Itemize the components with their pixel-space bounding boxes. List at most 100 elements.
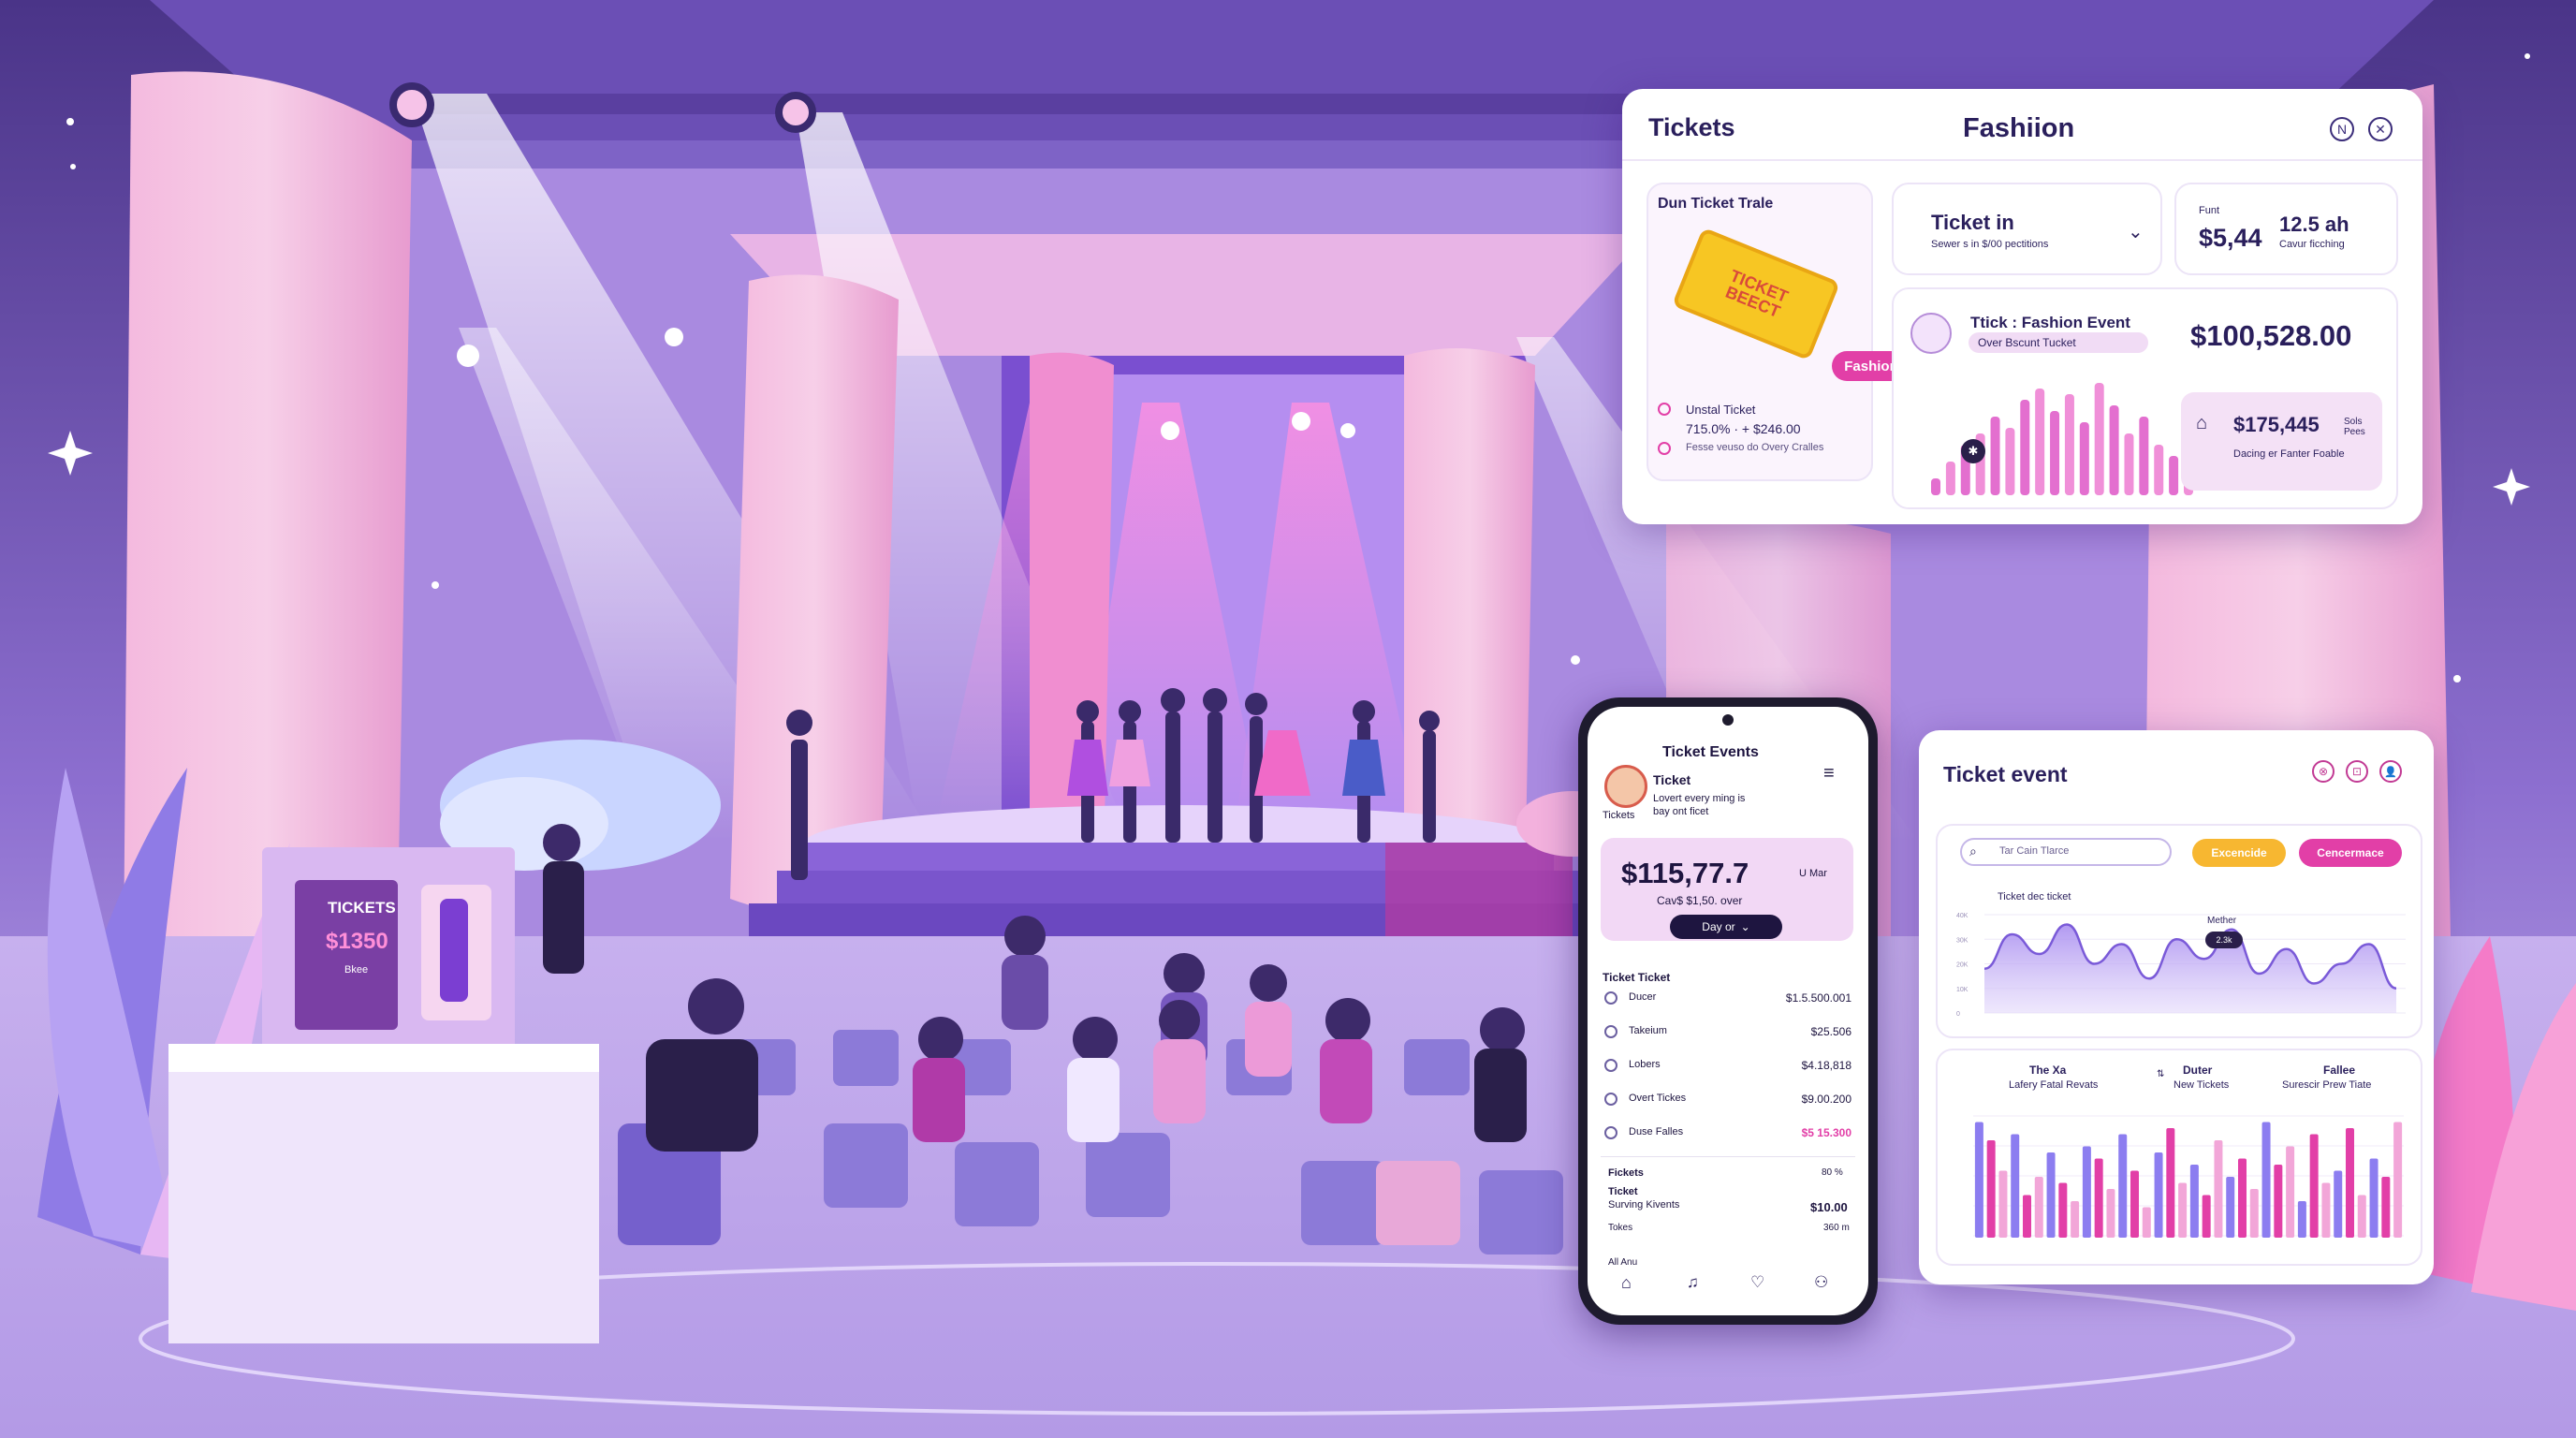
mini-bar bbox=[2109, 405, 2119, 495]
ticket-list-label: Duse Falles bbox=[1629, 1126, 1684, 1137]
profile-caption: Tickets bbox=[1603, 810, 1635, 821]
smile-icon bbox=[1658, 442, 1671, 455]
bar bbox=[2238, 1158, 2247, 1238]
footer-label-3: Surving Kivents bbox=[1608, 1199, 1680, 1211]
footer-label-5: All Anu bbox=[1608, 1257, 1638, 1268]
search-icon: ⌕ bbox=[1969, 844, 1977, 858]
ticket-list-item[interactable]: Takeium $25.506 bbox=[1588, 1021, 1868, 1053]
ticket-list-label: Overt Tickes bbox=[1629, 1093, 1687, 1104]
footer-val-1: 80 % bbox=[1822, 1167, 1843, 1178]
ticket-stamp-text: TICKET BEECT bbox=[1722, 266, 1792, 322]
bell-icon[interactable]: ♫ bbox=[1687, 1273, 1699, 1292]
mini-bar bbox=[2050, 411, 2060, 495]
fund-value: $5,44 bbox=[2199, 224, 2262, 252]
fund-sub: Cavur ficching bbox=[2279, 239, 2345, 250]
mini-bar bbox=[1990, 417, 2000, 495]
kiosk-title: TICKETS bbox=[328, 899, 396, 917]
phone-divider bbox=[1601, 1156, 1855, 1157]
mini-bar-chart bbox=[1931, 383, 2193, 495]
y-tick-label: 30K bbox=[1956, 937, 1969, 944]
bar bbox=[1998, 1170, 2008, 1238]
profile-name: Ticket bbox=[1653, 772, 1691, 787]
bar bbox=[2274, 1165, 2283, 1238]
bar bbox=[2286, 1146, 2295, 1238]
profile-icon[interactable]: ⚇ bbox=[1814, 1273, 1828, 1292]
mini-dot[interactable]: ✱ bbox=[1961, 439, 1985, 463]
y-tick-label: 40K bbox=[1956, 913, 1969, 919]
home-icon[interactable]: ⌂ bbox=[1621, 1273, 1632, 1293]
profile-desc-1: Lovert every ming is bbox=[1653, 793, 1746, 804]
day-button[interactable]: Day or ⌄ bbox=[1670, 915, 1782, 939]
panel-subtitle: Fashiion bbox=[1963, 113, 2075, 143]
event-card-title: Ttick : Fashion Event bbox=[1970, 314, 2130, 331]
trade-line-3: Fesse veuso do Overy Cralles bbox=[1686, 442, 1824, 453]
event-card-sub: Over Bscunt Tucket bbox=[1978, 336, 2076, 349]
panel-title: Tickets bbox=[1648, 113, 1735, 141]
mini-bar bbox=[2064, 394, 2074, 495]
bar bbox=[2334, 1170, 2343, 1238]
tooltip-value: 2.3k bbox=[2216, 935, 2232, 945]
profile-desc-2: bay ont ficet bbox=[1653, 806, 1709, 817]
mini-bar bbox=[2139, 417, 2149, 495]
fashion-event-card: Ttick : Fashion Event Over Bscunt Tucket… bbox=[1892, 287, 2398, 509]
area-chart: 40K 30K 20K 10K 0 bbox=[1956, 913, 2406, 1018]
ticket-in-dropdown[interactable]: Ticket in Sewer s in $/00 pectitions ⌄ bbox=[1892, 183, 2162, 275]
user-icon bbox=[1910, 313, 1952, 354]
ticket-list-item[interactable]: Duse Falles $5 15.300 bbox=[1588, 1123, 1868, 1154]
ticket-event-panel: Ticket event ⊗ ⊡ 👤 ⌕ Tar Cain Tlarce Exc… bbox=[1919, 730, 2434, 1284]
amount-card: $115,77.7 U Mar Cav$ $1,50. over Day or … bbox=[1601, 838, 1853, 941]
row-icon bbox=[1604, 1093, 1617, 1106]
close-circle-icon[interactable]: ⊗ bbox=[2312, 760, 2334, 783]
footer-val-4: 360 m bbox=[1823, 1223, 1850, 1233]
mini-bar bbox=[2124, 433, 2134, 495]
trade-line-1: Unstal Ticket bbox=[1686, 403, 1756, 417]
menu-icon[interactable]: ≡ bbox=[1823, 763, 1835, 785]
ticket-in-sub: Sewer s in $/00 pectitions bbox=[1931, 239, 2049, 250]
user-icon[interactable]: 👤 bbox=[2379, 760, 2402, 783]
ticket-list-item[interactable]: Overt Tickes $9.00.200 bbox=[1588, 1089, 1868, 1121]
bar bbox=[2106, 1189, 2115, 1238]
mini-bar bbox=[2154, 445, 2164, 495]
ticket-list: Ducer $1.5.500.001 Takeium $25.506 Lobers $4.… bbox=[1588, 988, 1868, 1166]
bar bbox=[2178, 1182, 2188, 1238]
chevron-down-icon[interactable]: ⌄ bbox=[2128, 220, 2144, 243]
n-icon[interactable]: N bbox=[2330, 117, 2354, 141]
event-chart-card: ⌕ Tar Cain Tlarce Excencide Cencermace T… bbox=[1936, 824, 2422, 1038]
bar bbox=[2381, 1177, 2391, 1238]
bar bbox=[2023, 1195, 2031, 1238]
footer-val-3: $10.00 bbox=[1810, 1200, 1848, 1214]
bar bbox=[2297, 1201, 2306, 1238]
phone-frame: Ticket Events Tickets Ticket Lovert ever… bbox=[1578, 697, 1878, 1325]
ticket-trade-card[interactable]: Dun Ticket Trale TICKET BEECT Fashion Un… bbox=[1647, 183, 1910, 481]
ticket-list-item[interactable]: Lobers $4.18,818 bbox=[1588, 1055, 1868, 1087]
bar bbox=[2071, 1201, 2080, 1238]
area-series-fill bbox=[1984, 924, 2396, 1013]
bar bbox=[2130, 1170, 2139, 1238]
settings-icon[interactable]: ⊡ bbox=[2346, 760, 2368, 783]
search-input[interactable]: ⌕ Tar Cain Tlarce bbox=[1960, 838, 2172, 866]
stat-title-2: Duter bbox=[2183, 1064, 2213, 1077]
bar bbox=[2261, 1122, 2271, 1238]
ticket-list-item[interactable]: Ducer $1.5.500.001 bbox=[1588, 988, 1868, 1020]
heart-icon[interactable]: ♡ bbox=[1750, 1273, 1764, 1292]
mini-bar bbox=[2035, 389, 2045, 495]
row-icon bbox=[1604, 1126, 1617, 1139]
event-total: $100,528.00 bbox=[2190, 319, 2352, 352]
event-bar-card: The Xa Lafery Fatal Revats ⇅ Duter New T… bbox=[1936, 1049, 2422, 1266]
bar bbox=[1986, 1140, 1996, 1238]
y-tick-label: 0 bbox=[1956, 1011, 1960, 1018]
stat-sub-1: Lafery Fatal Revats bbox=[2009, 1079, 2099, 1091]
day-button-label: Day or bbox=[1702, 920, 1735, 933]
avatar[interactable] bbox=[1604, 765, 1647, 808]
y-tick-label: 10K bbox=[1956, 987, 1969, 993]
tooltip: 2.3k bbox=[2205, 932, 2243, 948]
ticket-list-value: $4.18,818 bbox=[1801, 1059, 1852, 1072]
bar bbox=[2346, 1128, 2354, 1238]
cencermace-button[interactable]: Cencermace bbox=[2299, 839, 2402, 867]
sort-icon: ⇅ bbox=[2157, 1069, 2165, 1079]
bar bbox=[2321, 1182, 2331, 1238]
fund-card: Funt $5,44 12.5 ah Cavur ficching bbox=[2174, 183, 2398, 275]
close-icon[interactable]: ✕ bbox=[2368, 117, 2393, 141]
excencide-button[interactable]: Excencide bbox=[2192, 839, 2286, 867]
stat-sub-2: New Tickets bbox=[2174, 1079, 2230, 1091]
